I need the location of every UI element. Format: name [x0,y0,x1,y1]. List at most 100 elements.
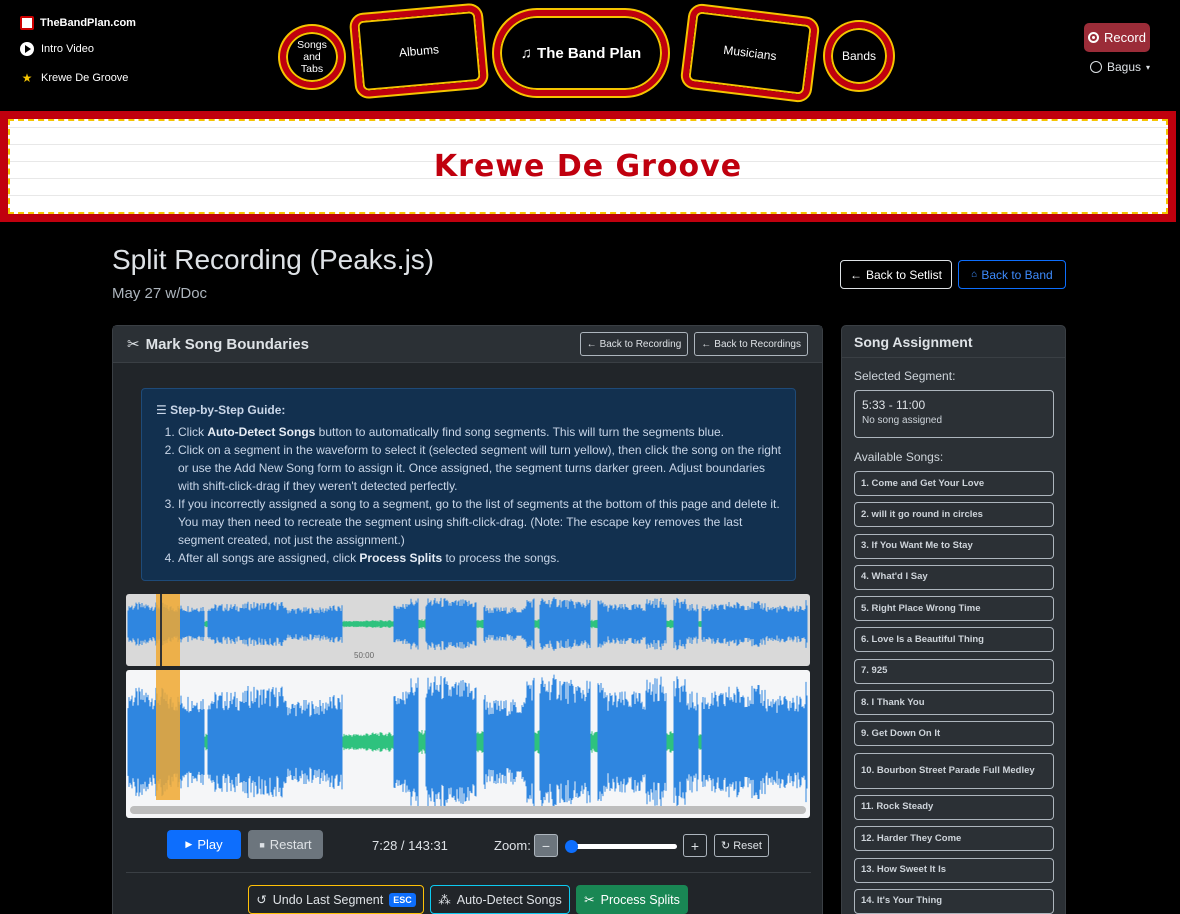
record-label: Record [1104,30,1146,45]
nav-the-band-plan[interactable]: ♫ The Band Plan [494,10,668,96]
zoom-out-button[interactable]: − [534,834,558,857]
back-to-recordings-button[interactable]: ← Back to Recordings [694,332,808,356]
banner-inner: Krewe De Groove [8,119,1168,214]
song-item[interactable]: 5. Right Place Wrong Time [854,596,1054,622]
band-link[interactable]: ★ Krewe De Groove [20,71,129,85]
song-item[interactable]: 4. What'd I Say [854,564,1054,590]
back-to-recordings-label: Back to Recordings [714,338,801,350]
reset-label: Reset [733,839,762,852]
song-item[interactable]: 14. It's Your Thing [854,888,1054,914]
restart-label: Restart [269,837,312,852]
guide-title-text: Step-by-Step Guide: [170,403,286,417]
nav-songs-and-tabs[interactable]: Songs and Tabs [280,26,344,88]
play-icon: ▶ [185,839,193,849]
song-item[interactable]: 2. will it go round in circles [854,502,1054,528]
minus-icon: − [541,837,551,854]
band-banner: Krewe De Groove [0,111,1176,222]
nav-albums[interactable]: Albums [350,4,488,98]
brand-text: TheBandPlan.com [40,17,136,29]
overview-waveform-svg[interactable] [126,594,810,666]
song-item[interactable]: 7. 925 [854,658,1054,684]
back-to-setlist-label: Back to Setlist [865,267,943,282]
nav-musicians[interactable]: Musicians [681,4,819,102]
guide-title: ☰ Step-by-Step Guide: [156,401,781,419]
selected-segment-label: Selected Segment: [854,369,956,383]
zoom-in-button[interactable]: + [683,834,707,857]
song-item[interactable]: 10. Bourbon Street Parade Full Medley [854,752,1054,789]
band-link-label: Krewe De Groove [41,72,129,84]
zoom-slider[interactable] [565,840,677,853]
mark-song-boundaries-card: ✂ Mark Song Boundaries ← Back to Recordi… [112,325,823,914]
brand-logo-icon [20,16,34,30]
page-subtitle: May 27 w/Doc [112,285,208,302]
back-to-band-label: Back to Band [981,267,1053,282]
song-item[interactable]: 12. Harder They Come [854,826,1054,852]
list-icon: ☰ [156,403,171,417]
song-item[interactable]: 8. I Thank You [854,690,1054,716]
song-item[interactable]: 9. Get Down On It [854,721,1054,747]
auto-detect-songs-button[interactable]: ⁂ Auto-Detect Songs [430,885,570,914]
record-icon [1088,32,1100,43]
song-item[interactable]: 13. How Sweet It Is [854,857,1054,883]
music-note-list-icon: ♫ [520,44,533,62]
esc-key-badge: ESC [389,892,416,907]
available-songs-list: 1. Come and Get Your Love 2. will it go … [854,471,1054,914]
nav-musicians-label: Musicians [722,42,778,64]
brand-link[interactable]: TheBandPlan.com [20,16,136,30]
waveform-overview[interactable]: 50:00 [126,594,810,666]
zoom-waveform-svg[interactable] [126,670,810,818]
play-circle-icon [20,42,34,56]
play-button[interactable]: ▶ Play [167,830,241,859]
nav-albums-label: Albums [398,42,440,60]
stop-icon: ■ [259,839,265,850]
song-assignment-title: Song Assignment [842,326,1065,358]
selected-segment-time: 5:33 - 11:00 [862,398,926,412]
guide-step: After all songs are assigned, click Proc… [178,549,781,567]
undo-icon: ↺ [256,893,267,907]
undo-last-segment-button[interactable]: ↺ Undo Last Segment ESC [248,885,424,914]
scissors-icon: ✂ [127,336,140,353]
nav-bands-label: Bands [841,49,877,63]
zoom-reset-button[interactable]: ↻ Reset [714,834,769,857]
play-label: Play [197,837,223,852]
zoom-scrollbar [130,806,806,814]
back-to-recording-label: Back to Recording [599,338,682,350]
playback-controls: ▶ Play ■ Restart 7:28 / 143:31 Zoom: − +… [113,830,824,860]
back-to-recording-button[interactable]: ← Back to Recording [579,332,689,356]
user-name: Bagus [1107,60,1142,74]
nav-the-band-plan-label: The Band Plan [537,44,642,62]
guide-step: Click on a segment in the waveform to se… [178,441,781,495]
selected-segment-region [156,670,180,800]
magic-wand-icon: ⁂ [438,893,451,907]
song-item[interactable]: 6. Love Is a Beautiful Thing [854,627,1054,653]
waveform-zoomview[interactable] [126,670,810,818]
user-menu[interactable]: Bagus ▾ [1090,60,1150,74]
card-title: ✂ Mark Song Boundaries [127,335,574,354]
reset-icon: ↻ [721,840,731,852]
restart-button[interactable]: ■ Restart [248,830,323,859]
song-item[interactable]: 11. Rock Steady [854,794,1054,820]
page-title: Split Recording (Peaks.js) [112,244,435,275]
guide-step: Click Auto-Detect Songs button to automa… [178,423,781,441]
caret-down-icon: ▾ [1146,62,1151,72]
zoom-label: Zoom: [494,838,531,853]
nav-bands[interactable]: Bands [825,22,893,90]
song-item[interactable]: 1. Come and Get Your Love [854,471,1054,496]
back-to-band-button[interactable]: ⌂ Back to Band [958,260,1066,289]
top-navbar: TheBandPlan.com Intro Video ★ Krewe De G… [0,0,1180,110]
intro-video-link[interactable]: Intro Video [20,42,94,56]
step-by-step-guide: ☰ Step-by-Step Guide: Click Auto-Detect … [141,388,796,581]
process-splits-button[interactable]: ✂ Process Splits [576,885,688,914]
plus-icon: + [690,837,700,854]
selected-segment-box: 5:33 - 11:00 No song assigned [854,390,1054,438]
record-button[interactable]: Record [1084,23,1150,52]
zoom-slider-handle[interactable] [565,840,578,853]
undo-label: Undo Last Segment [272,892,384,907]
divider [126,872,811,873]
playback-time: 7:28 / 143:31 [372,838,448,853]
back-to-setlist-button[interactable]: ← Back to Setlist [840,260,952,289]
song-item[interactable]: 3. If You Want Me to Stay [854,533,1054,559]
guide-steps: Click Auto-Detect Songs button to automa… [156,423,781,567]
star-icon: ★ [21,71,33,85]
card-header: ✂ Mark Song Boundaries ← Back to Recordi… [113,326,822,363]
